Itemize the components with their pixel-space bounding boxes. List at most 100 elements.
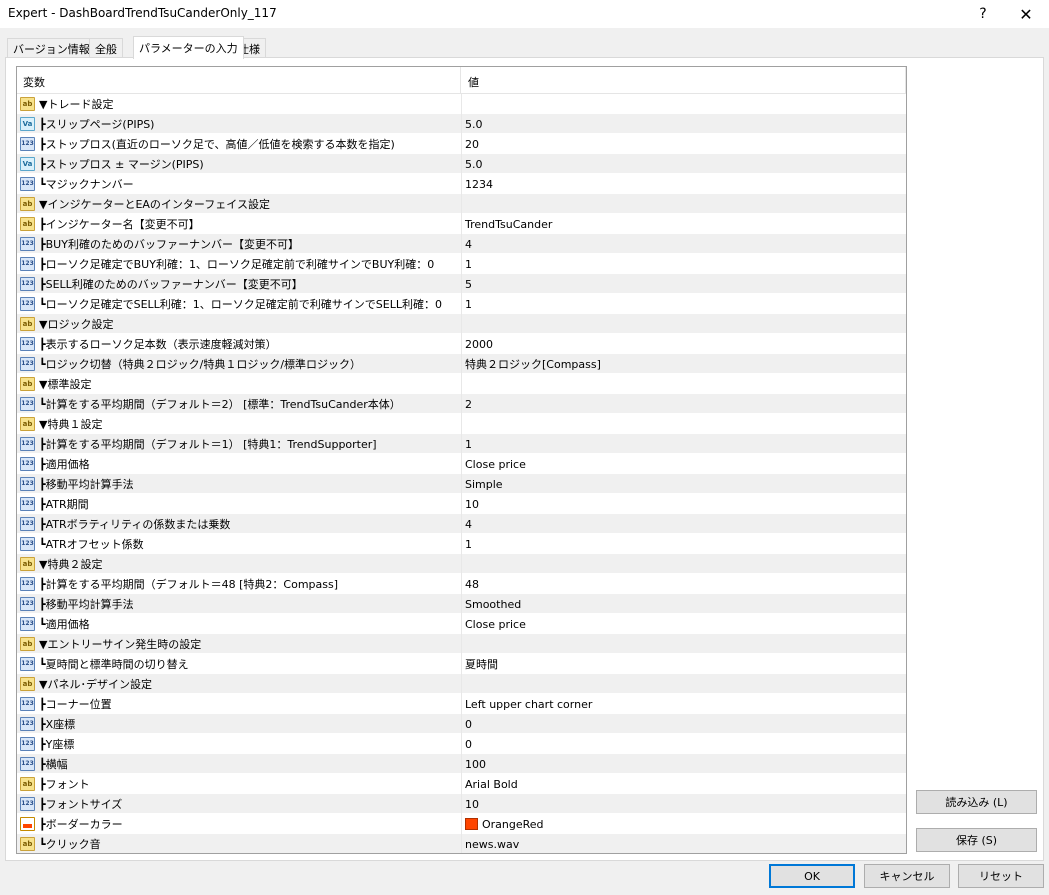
parameter-value-cell[interactable]: Simple — [461, 474, 906, 494]
table-row[interactable]: ab ▼インジケーターとEAのインターフェイス設定 — [17, 194, 906, 214]
parameter-value[interactable]: Simple — [465, 478, 503, 491]
parameter-value-cell[interactable]: Arial Bold — [461, 774, 906, 794]
table-row[interactable]: ab ▼ロジック設定 — [17, 314, 906, 334]
parameter-value[interactable]: Arial Bold — [465, 778, 518, 791]
table-row[interactable]: 123 ┗計算をする平均期間（デフォルト＝2） [標準：TrendTsuCande… — [17, 394, 906, 414]
load-button[interactable]: 読み込み (L) — [916, 790, 1037, 814]
parameter-value[interactable]: 1 — [465, 258, 472, 271]
parameter-value-cell[interactable] — [461, 314, 906, 334]
parameter-value-cell[interactable]: 1 — [461, 294, 906, 314]
parameter-value[interactable]: 20 — [465, 138, 479, 151]
parameter-value-cell[interactable]: Close price — [461, 614, 906, 634]
table-row[interactable]: 123 ┣移動平均計算手法 Simple — [17, 474, 906, 494]
column-header-value[interactable]: 値 — [468, 74, 479, 90]
table-row[interactable]: 123 ┣コーナー位置 Left upper chart corner — [17, 694, 906, 714]
parameter-value-cell[interactable] — [461, 194, 906, 214]
parameter-value[interactable]: 0 — [465, 738, 472, 751]
parameter-value[interactable]: 特典２ロジック[Compass] — [465, 356, 601, 372]
parameter-value-cell[interactable]: 1 — [461, 254, 906, 274]
table-row[interactable]: 123 ┣ストップロス(直近のローソク足で、高値／低値を検索する本数を指定) 20 — [17, 134, 906, 154]
parameter-value[interactable]: news.wav — [465, 838, 519, 851]
table-row[interactable]: ab ┣インジケーター名【変更不可】 TrendTsuCander — [17, 214, 906, 234]
table-row[interactable]: 123 ┗ロジック切替（特典２ロジック/特典１ロジック/標準ロジック） 特典２ロジッ… — [17, 354, 906, 374]
parameter-value[interactable]: 1 — [465, 538, 472, 551]
parameter-value-cell[interactable]: TrendTsuCander — [461, 214, 906, 234]
tab-parameters[interactable]: パラメーターの入力 — [133, 36, 244, 59]
parameter-value[interactable]: 0 — [465, 718, 472, 731]
parameter-value-cell[interactable] — [461, 414, 906, 434]
parameter-value-cell[interactable]: 0 — [461, 714, 906, 734]
table-row[interactable]: 123 ┣計算をする平均期間（デフォルト＝1） [特典1：TrendSupport… — [17, 434, 906, 454]
parameter-value-cell[interactable]: 20 — [461, 134, 906, 154]
column-divider[interactable] — [460, 67, 461, 94]
table-row[interactable]: 123 ┣ATRボラティリティの係数または乗数 4 — [17, 514, 906, 534]
table-row[interactable]: ab ▼特典２設定 — [17, 554, 906, 574]
parameter-grid[interactable]: 変数 値 ab ▼トレード設定 Va ┣スリップページ(PIPS) 5.0 123 ┣ストッ… — [16, 66, 907, 854]
table-row[interactable]: Va ┣ストップロス ± マージン(PIPS) 5.0 — [17, 154, 906, 174]
help-button[interactable]: ? — [960, 0, 1006, 28]
color-swatch[interactable] — [465, 818, 478, 830]
parameter-value[interactable]: 5.0 — [465, 118, 483, 131]
table-row[interactable]: ab ▼エントリーサイン発生時の設定 — [17, 634, 906, 654]
parameter-value[interactable]: 5.0 — [465, 158, 483, 171]
parameter-value-cell[interactable]: OrangeRed — [461, 814, 906, 834]
table-row[interactable]: ab ▼標準設定 — [17, 374, 906, 394]
close-button[interactable]: ✕ — [1003, 0, 1049, 28]
table-row[interactable]: 123 ┗夏時間と標準時間の切り替え 夏時間 — [17, 654, 906, 674]
table-row[interactable]: 123 ┣SELL利確のためのバッファーナンバー【変更不可】 5 — [17, 274, 906, 294]
parameter-value-cell[interactable]: 5 — [461, 274, 906, 294]
parameter-value-cell[interactable]: 100 — [461, 754, 906, 774]
parameter-value-cell[interactable]: news.wav — [461, 834, 906, 853]
table-row[interactable]: ┣ボーダーカラー OrangeRed — [17, 814, 906, 834]
parameter-value-cell[interactable]: 2000 — [461, 334, 906, 354]
parameter-value-cell[interactable]: 4 — [461, 514, 906, 534]
cancel-button[interactable]: キャンセル — [864, 864, 950, 888]
parameter-value-cell[interactable] — [461, 674, 906, 694]
parameter-value[interactable]: 10 — [465, 498, 479, 511]
parameter-value-cell[interactable] — [461, 374, 906, 394]
parameter-value[interactable]: 夏時間 — [465, 656, 498, 672]
table-row[interactable]: Va ┣スリップページ(PIPS) 5.0 — [17, 114, 906, 134]
parameter-value[interactable]: TrendTsuCander — [465, 218, 552, 231]
table-row[interactable]: ab ┣フォント Arial Bold — [17, 774, 906, 794]
parameter-value[interactable]: 10 — [465, 798, 479, 811]
parameter-value[interactable]: 2000 — [465, 338, 493, 351]
parameter-value-cell[interactable]: 特典２ロジック[Compass] — [461, 354, 906, 374]
parameter-value[interactable]: 48 — [465, 578, 479, 591]
parameter-value[interactable]: 1 — [465, 438, 472, 451]
column-header-variable[interactable]: 変数 — [23, 74, 45, 90]
parameter-value-cell[interactable]: 0 — [461, 734, 906, 754]
parameter-value[interactable]: 100 — [465, 758, 486, 771]
save-button[interactable]: 保存 (S) — [916, 828, 1037, 852]
parameter-value-cell[interactable]: 1234 — [461, 174, 906, 194]
table-row[interactable]: 123 ┣BUY利確のためのバッファーナンバー【変更不可】 4 — [17, 234, 906, 254]
parameter-value[interactable]: Close price — [465, 458, 526, 471]
parameter-value[interactable]: Left upper chart corner — [465, 698, 592, 711]
table-row[interactable]: 123 ┣計算をする平均期間（デフォルト＝48 [特典2：Compass] 48 — [17, 574, 906, 594]
parameter-value-cell[interactable]: Smoothed — [461, 594, 906, 614]
parameter-value[interactable]: 2 — [465, 398, 472, 411]
parameter-value-cell[interactable]: 5.0 — [461, 154, 906, 174]
table-row[interactable]: ab ▼パネル･デザイン設定 — [17, 674, 906, 694]
tab-version-info[interactable]: バージョン情報 — [7, 38, 96, 58]
reset-button[interactable]: リセット — [958, 864, 1044, 888]
parameter-value-cell[interactable]: 2 — [461, 394, 906, 414]
parameter-value-cell[interactable]: 夏時間 — [461, 654, 906, 674]
parameter-value[interactable]: 1 — [465, 298, 472, 311]
table-row[interactable]: 123 ┣X座標 0 — [17, 714, 906, 734]
table-row[interactable]: 123 ┣移動平均計算手法 Smoothed — [17, 594, 906, 614]
parameter-value[interactable]: 4 — [465, 518, 472, 531]
table-row[interactable]: 123 ┣適用価格 Close price — [17, 454, 906, 474]
table-row[interactable]: 123 ┣ローソク足確定でBUY利確：1、ローソク足確定前で利確サインでBUY利確… — [17, 254, 906, 274]
parameter-value-cell[interactable]: 10 — [461, 494, 906, 514]
parameter-value[interactable]: 5 — [465, 278, 472, 291]
parameter-value[interactable]: OrangeRed — [482, 818, 544, 831]
parameter-value-cell[interactable]: 10 — [461, 794, 906, 814]
table-row[interactable]: 123 ┣フォントサイズ 10 — [17, 794, 906, 814]
table-row[interactable]: 123 ┗ローソク足確定でSELL利確：1、ローソク足確定前で利確サインでSELL… — [17, 294, 906, 314]
table-row[interactable]: ab ▼特典１設定 — [17, 414, 906, 434]
parameter-value-cell[interactable]: 1 — [461, 534, 906, 554]
table-row[interactable]: 123 ┣横幅 100 — [17, 754, 906, 774]
ok-button[interactable]: OK — [769, 864, 855, 888]
table-row[interactable]: 123 ┗マジックナンバー 1234 — [17, 174, 906, 194]
